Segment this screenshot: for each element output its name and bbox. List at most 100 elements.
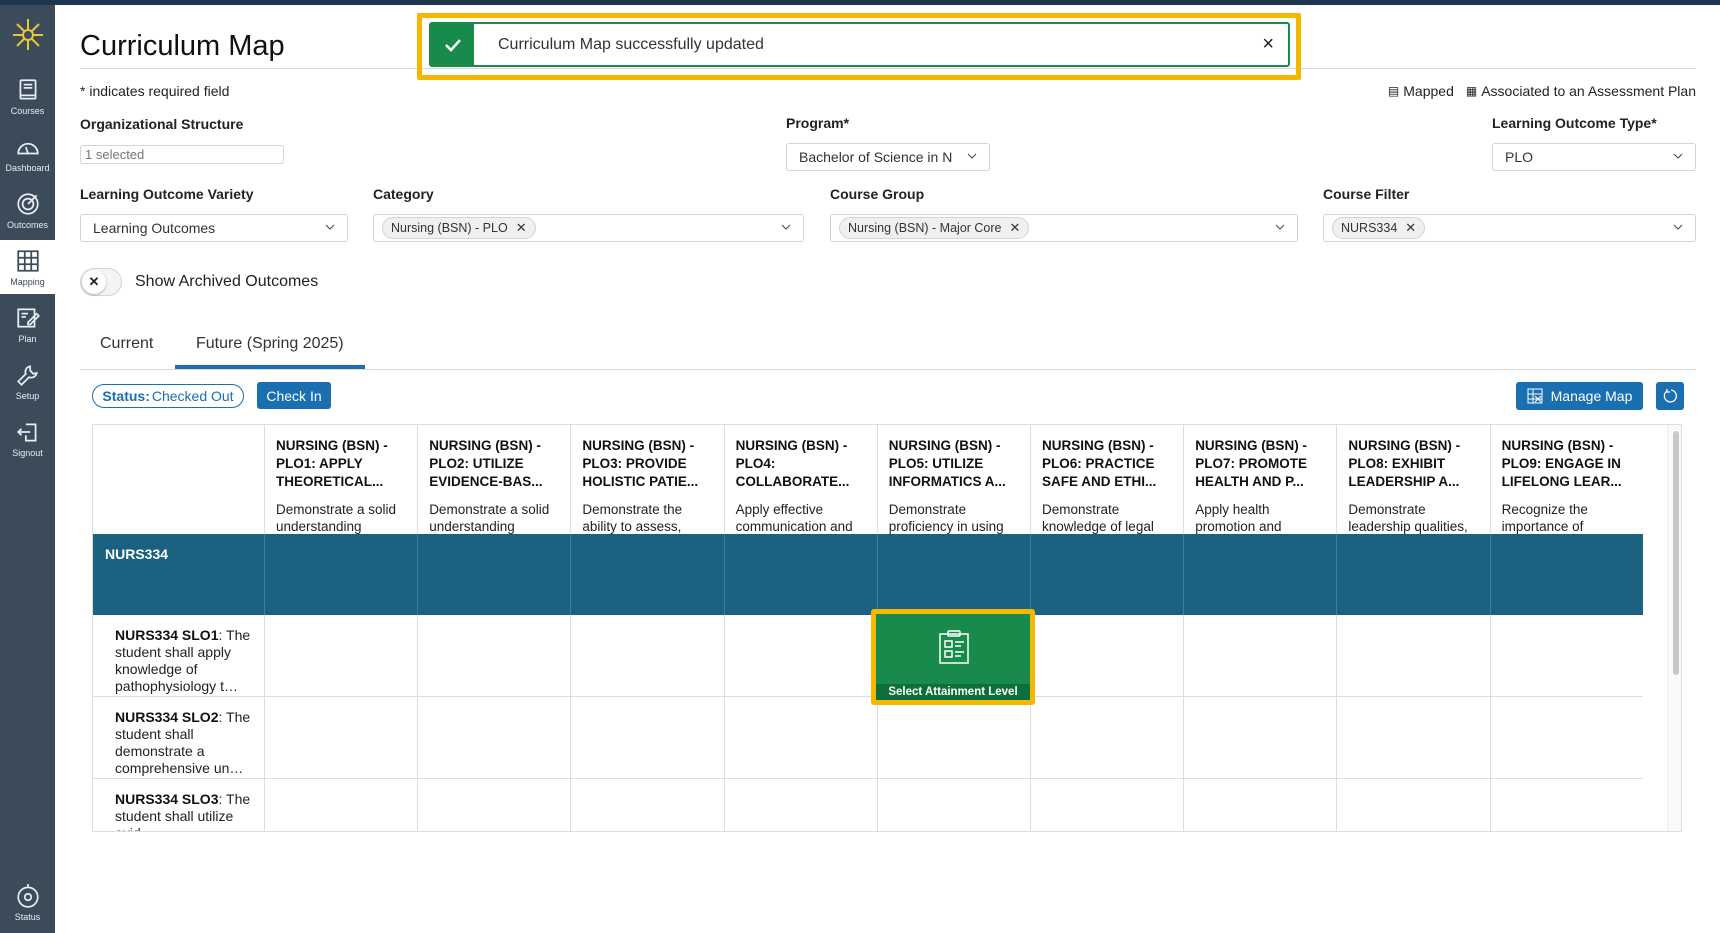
column-header[interactable]: NURSING (BSN) - PLO7: PROMOTE HEALTH AND… [1183, 425, 1336, 534]
legend-associated: Associated to an Assessment Plan [1481, 83, 1696, 99]
category-chip: Nursing (BSN) - PLO ✕ [382, 217, 536, 239]
cell-divider [724, 534, 725, 615]
scrollbar-thumb[interactable] [1673, 431, 1679, 675]
column-title: NURSING (BSN) - PLO3: PROVIDE HOLISTIC P… [582, 437, 711, 491]
check-in-button[interactable]: Check In [257, 382, 331, 409]
remove-chip-icon[interactable]: ✕ [1010, 220, 1021, 236]
org-structure-input[interactable]: 1 selected [80, 145, 284, 164]
remove-chip-icon[interactable]: ✕ [516, 220, 527, 236]
column-title: NURSING (BSN) - PLO2: UTILIZE EVIDENCE-B… [429, 437, 558, 491]
active-tab-indicator [175, 365, 365, 369]
category-select[interactable]: Nursing (BSN) - PLO ✕ [373, 214, 804, 242]
gauge-icon [15, 134, 41, 160]
column-desc: Apply effective communication and [736, 501, 865, 534]
target-icon [15, 191, 41, 217]
legend-mapped: Mapped [1403, 83, 1454, 99]
slo-label: NURS334 SLO2: The student shall demonstr… [115, 709, 255, 777]
column-header[interactable]: NURSING (BSN) - PLO5: UTILIZE INFORMATIC… [877, 425, 1030, 534]
remove-chip-icon[interactable]: ✕ [1405, 220, 1416, 236]
lo-variety-select[interactable]: Learning Outcomes [80, 214, 348, 242]
sidebar-label: Plan [18, 334, 36, 344]
sidebar-label: Status [15, 912, 41, 922]
tab-future[interactable]: Future (Spring 2025) [196, 335, 344, 353]
refresh-button[interactable] [1656, 382, 1684, 410]
slo-label: NURS334 SLO1: The student shall apply kn… [115, 627, 255, 695]
lo-variety-value: Learning Outcomes [93, 220, 215, 236]
table-row: NURS334 SLO2: The student shall demonstr… [93, 697, 1643, 779]
lo-type-select[interactable]: PLO [1492, 143, 1696, 171]
sidebar-item-signout[interactable]: Signout [0, 411, 55, 465]
top-bar [0, 0, 1720, 5]
chip-label: Nursing (BSN) - PLO [391, 221, 508, 235]
lo-type-label: Learning Outcome Type* [1492, 115, 1657, 131]
column-header[interactable]: NURSING (BSN) - PLO2: UTILIZE EVIDENCE-B… [417, 425, 570, 534]
chevron-down-icon [1673, 151, 1683, 161]
chip-label: NURS334 [1341, 221, 1397, 235]
sidebar-item-courses[interactable]: Courses [0, 69, 55, 123]
column-header[interactable]: NURSING (BSN) - PLO3: PROVIDE HOLISTIC P… [570, 425, 723, 534]
program-select[interactable]: Bachelor of Science in N [786, 143, 990, 171]
x-icon: ✕ [82, 270, 106, 294]
column-desc: Apply health promotion and [1195, 501, 1324, 534]
status-badge: Status:Checked Out [92, 384, 244, 408]
column-desc: Demonstrate knowledge of legal [1042, 501, 1171, 534]
column-title: NURSING (BSN) - PLO4: COLLABORATE... [736, 437, 865, 491]
category-label: Category [373, 186, 434, 202]
column-header[interactable]: NURSING (BSN) - PLO4: COLLABORATE... Appl… [724, 425, 877, 534]
table-row: NURS334 SLO3: The student shall utilize … [93, 779, 1643, 832]
sidebar-item-dashboard[interactable]: Dashboard [0, 126, 55, 180]
cell-divider [1336, 534, 1337, 615]
wrench-icon [15, 362, 41, 388]
course-group-select[interactable]: Nursing (BSN) - Major Core✕ [830, 214, 1298, 242]
slo-code: NURS334 SLO2 [115, 709, 218, 725]
tab-current[interactable]: Current [100, 335, 153, 353]
column-desc: Demonstrate proficiency in using [889, 501, 1018, 534]
slo-code: NURS334 SLO1 [115, 627, 218, 643]
sidebar-label: Signout [12, 448, 43, 458]
toast-message: Curriculum Map successfully updated [498, 36, 764, 54]
chevron-down-icon [1673, 222, 1683, 232]
column-desc: Demonstrate the ability to assess, [582, 501, 711, 534]
column-header[interactable]: NURSING (BSN) - PLO1: APPLY THEORETICAL.… [264, 425, 417, 534]
signout-icon [15, 419, 41, 445]
course-filter-select[interactable]: NURS334 ✕ [1323, 214, 1696, 242]
show-archived-label: Show Archived Outcomes [135, 273, 318, 291]
sidebar-item-setup[interactable]: Setup [0, 354, 55, 408]
column-header[interactable]: NURSING (BSN) - PLO8: EXHIBIT LEADERSHIP… [1336, 425, 1489, 534]
sidebar-label: Outcomes [7, 220, 48, 230]
status-value: Checked Out [152, 388, 234, 404]
column-desc: Demonstrate a solid understanding [276, 501, 405, 534]
refresh-icon [1662, 388, 1678, 404]
logo[interactable] [0, 7, 55, 59]
sidebar-item-plan[interactable]: Plan [0, 297, 55, 351]
column-desc: Recognize the importance of [1502, 501, 1631, 534]
column-header[interactable]: NURSING (BSN) - PLO6: PRACTICE SAFE AND … [1030, 425, 1183, 534]
sidebar-item-outcomes[interactable]: Outcomes [0, 183, 55, 237]
column-title: NURSING (BSN) - PLO8: EXHIBIT LEADERSHIP… [1348, 437, 1477, 491]
chevron-down-icon [967, 151, 977, 161]
sidebar-label: Dashboard [5, 163, 49, 173]
sidebar: Courses Dashboard Outcomes Mapping Plan … [0, 5, 55, 933]
slo-code: NURS334 SLO3 [115, 791, 218, 807]
sidebar-item-mapping[interactable]: Mapping [0, 240, 55, 294]
book-icon [15, 77, 41, 103]
sidebar-label: Mapping [10, 277, 45, 287]
clipboard-list-icon [938, 630, 970, 664]
show-archived-toggle[interactable]: ✕ [80, 268, 122, 296]
close-icon[interactable]: × [1262, 33, 1274, 56]
column-title: NURSING (BSN) - PLO1: APPLY THEORETICAL.… [276, 437, 405, 491]
grid-icon [15, 248, 41, 274]
edit-plan-icon [15, 305, 41, 331]
column-title: NURSING (BSN) - PLO9: ENGAGE IN LIFELONG… [1502, 437, 1631, 491]
column-header[interactable]: NURSING (BSN) - PLO9: ENGAGE IN LIFELONG… [1490, 425, 1643, 534]
select-attainment-button[interactable]: Select Attainment Level [876, 614, 1030, 700]
table-row: NURS334 SLO1: The student shall apply kn… [93, 615, 1643, 697]
sidebar-label: Courses [11, 106, 45, 116]
table-scrollbar[interactable] [1667, 425, 1682, 832]
cell-divider [1030, 534, 1031, 615]
logo-icon [8, 13, 48, 53]
manage-map-button[interactable]: Manage Map [1516, 382, 1643, 410]
sidebar-item-status[interactable]: Status [0, 875, 55, 929]
column-title: NURSING (BSN) - PLO6: PRACTICE SAFE AND … [1042, 437, 1171, 491]
attainment-label: Select Attainment Level [876, 684, 1030, 700]
